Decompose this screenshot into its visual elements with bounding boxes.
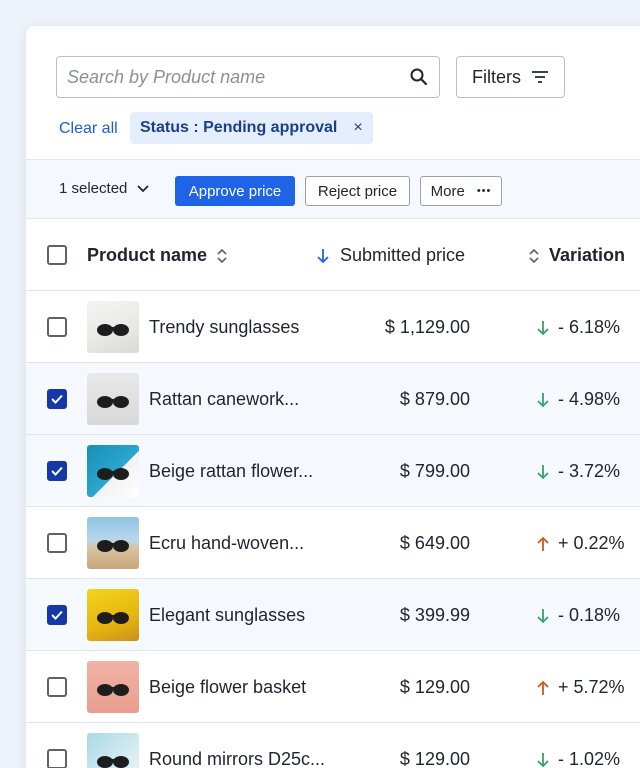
sort-icon [529,248,539,264]
row-checkbox[interactable] [47,749,67,768]
product-name[interactable]: Ecru hand-woven... [149,533,304,554]
column-label: Variation [549,245,625,266]
arrow-down-icon [536,320,550,336]
variation-value: - 6.18% [558,317,620,338]
product-name[interactable]: Beige rattan flower... [149,461,313,482]
submitted-price: $ 649.00 [400,533,470,554]
column-label: Submitted price [340,245,465,266]
row-checkbox[interactable] [47,605,67,625]
chip-label: Status : Pending approval [140,119,337,137]
arrow-up-icon [536,680,550,696]
column-header-variation[interactable]: Variation [529,245,625,266]
product-thumbnail[interactable] [87,373,139,425]
approve-price-button[interactable]: Approve price [175,176,295,206]
table-row[interactable]: Rattan canework... $ 879.00 - 4.98% [26,363,640,435]
table-row[interactable]: Ecru hand-woven... $ 649.00 + 0.22% [26,507,640,579]
row-checkbox[interactable] [47,317,67,337]
product-name[interactable]: Beige flower basket [149,677,306,698]
price-variation: - 4.98% [536,389,620,410]
selected-count-dropdown[interactable]: 1 selected [59,180,149,197]
product-thumbnail[interactable] [87,517,139,569]
row-checkbox[interactable] [47,677,67,697]
arrow-up-icon [536,536,550,552]
product-table-panel: Filters Clear all Status : Pending appro… [26,26,640,768]
submitted-price: $ 879.00 [400,389,470,410]
sunglasses-icon [87,445,139,497]
more-dots-icon: ••• [477,185,492,197]
table-header: Product name Submitted price Variation [26,219,640,291]
arrow-down-icon [536,392,550,408]
more-button[interactable]: More ••• [420,176,502,206]
product-name[interactable]: Trendy sunglasses [149,317,299,338]
sunglasses-icon [87,301,139,353]
product-thumbnail[interactable] [87,661,139,713]
submitted-price: $ 129.00 [400,749,470,768]
submitted-price: $ 1,129.00 [385,317,470,338]
clear-all-link[interactable]: Clear all [59,120,118,138]
column-header-product-name[interactable]: Product name [87,245,227,266]
variation-value: - 3.72% [558,461,620,482]
table-row[interactable]: Round mirrors D25c... $ 129.00 - 1.02% [26,723,640,768]
variation-value: - 1.02% [558,749,620,768]
price-variation: + 0.22% [536,533,625,554]
more-label: More [431,183,465,200]
sunglasses-icon [87,589,139,641]
price-variation: - 0.18% [536,605,620,626]
checkmark-icon [51,466,63,476]
product-thumbnail[interactable] [87,445,139,497]
variation-value: + 0.22% [558,533,625,554]
filter-lines-icon [531,70,549,84]
price-variation: - 3.72% [536,461,620,482]
row-checkbox[interactable] [47,389,67,409]
sunglasses-icon [87,661,139,713]
table-row[interactable]: Beige flower basket $ 129.00 + 5.72% [26,651,640,723]
column-header-submitted-price[interactable]: Submitted price [316,245,465,266]
price-variation: - 1.02% [536,749,620,768]
checkmark-icon [51,394,63,404]
search-icon[interactable] [409,67,429,87]
variation-value: + 5.72% [558,677,625,698]
filters-label: Filters [472,67,521,88]
close-icon[interactable]: × [353,119,362,137]
table-row[interactable]: Beige rattan flower... $ 799.00 - 3.72% [26,435,640,507]
submitted-price: $ 399.99 [400,605,470,626]
product-thumbnail[interactable] [87,733,139,768]
variation-value: - 4.98% [558,389,620,410]
table-row[interactable]: Elegant sunglasses $ 399.99 - 0.18% [26,579,640,651]
sunglasses-icon [87,373,139,425]
filters-button[interactable]: Filters [456,56,565,98]
row-checkbox[interactable] [47,533,67,553]
arrow-down-icon [536,752,550,768]
variation-value: - 0.18% [558,605,620,626]
product-name[interactable]: Rattan canework... [149,389,299,410]
sort-descending-icon [316,248,330,264]
arrow-down-icon [536,464,550,480]
sort-icon [217,248,227,264]
submitted-price: $ 799.00 [400,461,470,482]
sunglasses-icon [87,517,139,569]
status-filter-chip: Status : Pending approval × [130,112,373,144]
price-variation: - 6.18% [536,317,620,338]
search-box [56,56,440,98]
product-name[interactable]: Elegant sunglasses [149,605,305,626]
reject-price-button[interactable]: Reject price [305,176,410,206]
product-thumbnail[interactable] [87,301,139,353]
sunglasses-icon [87,733,139,768]
chevron-down-icon [137,185,149,193]
column-label: Product name [87,245,207,266]
price-variation: + 5.72% [536,677,625,698]
product-name[interactable]: Round mirrors D25c... [149,749,325,768]
select-all-checkbox[interactable] [47,245,67,265]
bulk-action-bar: 1 selected Approve price Reject price Mo… [26,159,640,219]
product-thumbnail[interactable] [87,589,139,641]
search-input[interactable] [67,57,397,97]
checkmark-icon [51,610,63,620]
arrow-down-icon [536,608,550,624]
selected-count-label: 1 selected [59,180,127,197]
row-checkbox[interactable] [47,461,67,481]
submitted-price: $ 129.00 [400,677,470,698]
table-row[interactable]: Trendy sunglasses $ 1,129.00 - 6.18% [26,291,640,363]
